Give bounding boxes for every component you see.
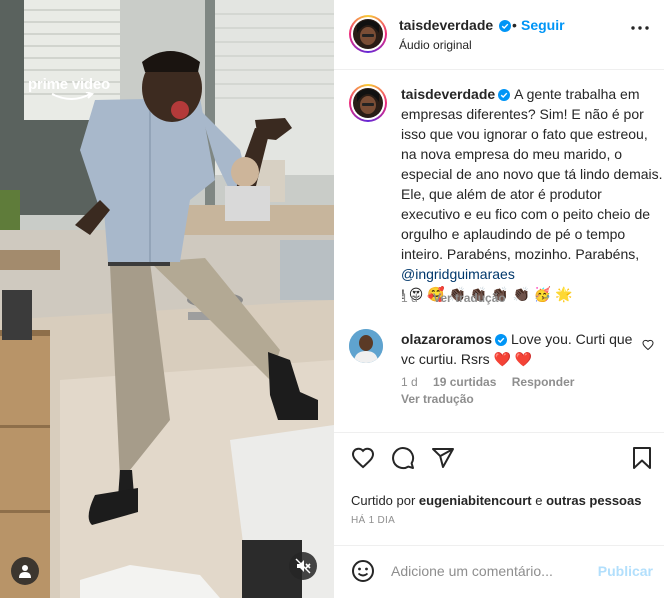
author-username-text[interactable]: taisdeverdade <box>399 17 493 33</box>
original-audio-link[interactable]: Áudio original <box>399 38 472 52</box>
more-options-icon[interactable] <box>631 26 649 30</box>
commenter-avatar[interactable] <box>349 329 383 363</box>
liked-by-summary: Curtido por eugeniabitencourt e outras p… <box>351 493 641 508</box>
author-avatar-image <box>353 19 383 49</box>
tagged-users-button[interactable] <box>11 557 39 585</box>
caption-mention-link[interactable]: @ingridguimaraes <box>401 266 515 282</box>
follow-button[interactable]: Seguir <box>521 17 565 33</box>
commenter-username[interactable]: olazaroramos <box>401 331 492 347</box>
caption-username[interactable]: taisdeverdade <box>401 86 495 102</box>
post-header: taisdeverdade • Seguir Áudio original <box>334 0 664 70</box>
muted-speaker-icon <box>295 558 311 574</box>
caption-author-avatar[interactable] <box>349 84 387 122</box>
caption-text: A gente trabalha em empresas diferentes?… <box>401 86 663 262</box>
comment-translate-link[interactable]: Ver tradução <box>401 392 474 406</box>
emoji-icon[interactable] <box>351 559 375 583</box>
user-icon <box>19 565 31 578</box>
caption-age[interactable]: 1 d <box>401 291 418 305</box>
share-icon[interactable] <box>431 446 455 470</box>
comment-input[interactable] <box>391 560 591 582</box>
comment-composer: Publicar <box>334 545 664 598</box>
caption-author-avatar-image <box>353 88 383 118</box>
caption-translate-link[interactable]: Ver tradução <box>433 291 506 305</box>
comment-translate-row: Ver tradução <box>401 392 474 406</box>
caption-body: taisdeverdade A gente trabalha em empres… <box>401 84 663 304</box>
publish-button[interactable]: Publicar <box>598 563 653 579</box>
prime-video-watermark: prime video <box>28 76 110 100</box>
comment-age[interactable]: 1 d <box>401 375 418 389</box>
post-sidebar: taisdeverdade • Seguir Áudio original ta… <box>334 0 664 598</box>
liked-by-others-link[interactable]: outras pessoas <box>546 493 641 508</box>
post-caption: taisdeverdade A gente trabalha em empres… <box>349 84 664 314</box>
author-avatar[interactable] <box>349 15 387 53</box>
caption-meta: 1 d Ver tradução <box>401 291 506 305</box>
comment-likes-count[interactable]: 19 curtidas <box>433 375 496 389</box>
liked-by-joiner: e <box>531 493 547 508</box>
mute-toggle-button[interactable] <box>289 552 317 580</box>
comment-item: olazaroramos Love you. Curti que vc curt… <box>349 329 664 409</box>
post-timestamp[interactable]: HÁ 1 DIA <box>351 515 395 526</box>
author-username[interactable]: taisdeverdade <box>399 17 512 33</box>
comment-meta: 1 d 19 curtidas Responder <box>401 375 574 389</box>
separator-dot: • <box>512 17 517 33</box>
verified-badge-icon <box>495 334 508 346</box>
verified-badge-icon <box>499 20 512 32</box>
post-actions: Curtido por eugeniabitencourt e outras p… <box>334 434 664 544</box>
heart-icon[interactable] <box>351 446 375 470</box>
verified-badge-icon <box>498 89 511 101</box>
liked-by-user-link[interactable]: eugeniabitencourt <box>419 493 532 508</box>
post-video[interactable]: prime video <box>0 0 334 598</box>
like-comment-heart-icon[interactable] <box>642 339 654 351</box>
liked-by-prefix: Curtido por <box>351 493 419 508</box>
reply-button[interactable]: Responder <box>512 375 575 389</box>
comment-icon[interactable] <box>391 446 415 470</box>
watermark-smile-icon <box>51 92 94 100</box>
comment-body: olazaroramos Love you. Curti que vc curt… <box>401 329 646 369</box>
comment-hearts: ❤️ ❤️ <box>493 351 533 367</box>
comments-section[interactable]: taisdeverdade A gente trabalha em empres… <box>334 71 664 433</box>
watermark-text: prime video <box>28 76 110 93</box>
bookmark-icon[interactable] <box>631 446 653 470</box>
